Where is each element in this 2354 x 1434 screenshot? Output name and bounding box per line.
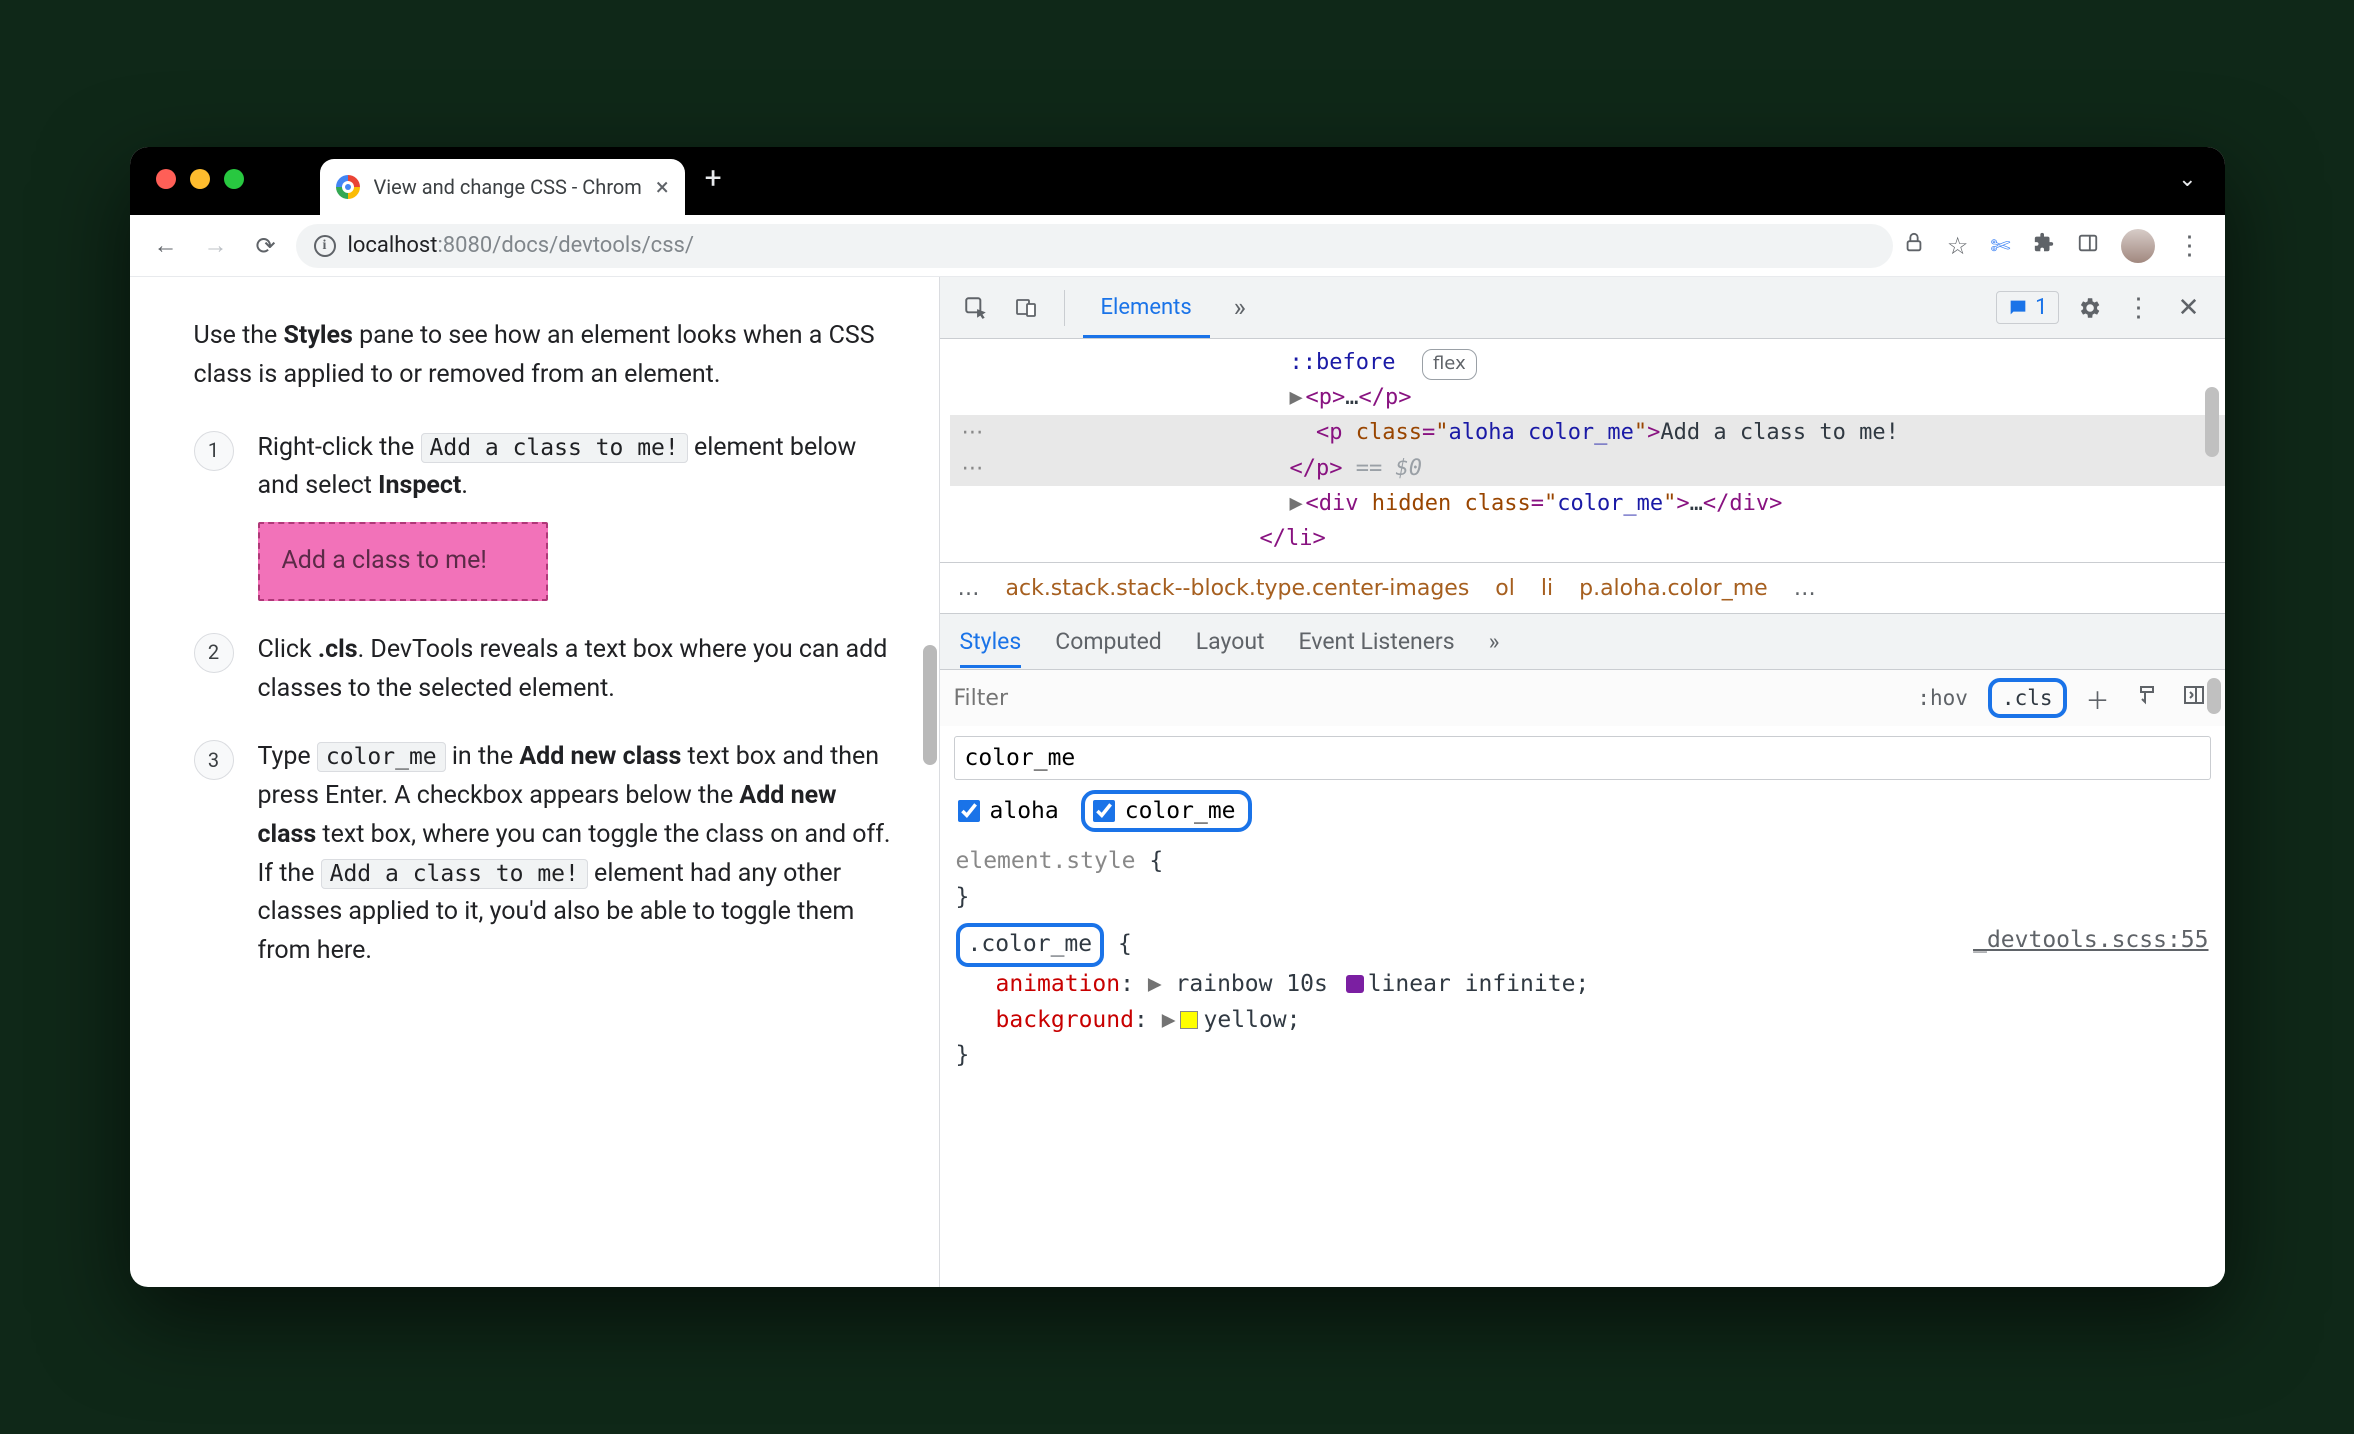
computed-panel-toggle-icon[interactable] bbox=[2177, 683, 2211, 713]
step-1: Right-click the Add a class to me! eleme… bbox=[194, 429, 899, 601]
intro-paragraph: Use the Styles pane to see how an elemen… bbox=[194, 317, 899, 395]
code-chip: color_me bbox=[317, 742, 446, 772]
profile-avatar-icon[interactable] bbox=[2121, 229, 2155, 263]
subtab-styles[interactable]: Styles bbox=[960, 615, 1022, 668]
tab-title: View and change CSS - Chrom bbox=[374, 175, 642, 199]
scrollbar-thumb[interactable] bbox=[2207, 678, 2221, 714]
new-tab-button[interactable]: + bbox=[705, 161, 722, 202]
color-swatch-icon[interactable] bbox=[1180, 1011, 1198, 1029]
tab-elements[interactable]: Elements bbox=[1083, 277, 1210, 338]
format-icon[interactable] bbox=[2129, 683, 2163, 713]
devtools-menu-icon[interactable]: ⋮ bbox=[2119, 288, 2159, 328]
maximize-window-icon[interactable] bbox=[224, 169, 244, 189]
pseudo-before: ::before bbox=[1290, 350, 1396, 375]
site-info-icon[interactable]: i bbox=[314, 235, 336, 257]
selector-color-me[interactable]: .color_me bbox=[956, 923, 1105, 967]
devtools-toolbar: Elements » 1 ⋮ ✕ bbox=[940, 277, 2225, 339]
back-button[interactable]: ← bbox=[146, 226, 186, 266]
subtab-event-listeners[interactable]: Event Listeners bbox=[1299, 615, 1455, 668]
device-toggle-icon[interactable] bbox=[1006, 288, 1046, 328]
scissors-icon[interactable]: ✄ bbox=[1990, 232, 2010, 260]
devtools-panel: Elements » 1 ⋮ ✕ ::before flex ▶<p>…</p>… bbox=[940, 277, 2225, 1287]
browser-tab[interactable]: View and change CSS - Chrom × bbox=[320, 159, 685, 215]
close-window-icon[interactable] bbox=[156, 169, 176, 189]
style-rules[interactable]: element.style { } .color_me { _devtools.… bbox=[940, 844, 2225, 1084]
checkbox[interactable] bbox=[1093, 800, 1115, 822]
reload-button[interactable]: ⟳ bbox=[246, 226, 286, 266]
step-2: Click .cls. DevTools reveals a text box … bbox=[194, 631, 899, 709]
dom-tree[interactable]: ::before flex ▶<p>…</p> <p class="aloha … bbox=[940, 339, 2225, 562]
step-3: Type color_me in the Add new class text … bbox=[194, 738, 899, 971]
hov-toggle[interactable]: :hov bbox=[1911, 684, 1974, 712]
inspect-element-icon[interactable] bbox=[956, 288, 996, 328]
code-chip: Add a class to me! bbox=[421, 433, 688, 463]
browser-window: View and change CSS - Chrom × + ⌄ ← → ⟳ … bbox=[130, 147, 2225, 1287]
toolbar-icons: ☆ ✄ ⋮ bbox=[1903, 229, 2209, 263]
close-devtools-icon[interactable]: ✕ bbox=[2169, 288, 2209, 328]
share-icon[interactable] bbox=[1903, 232, 1925, 260]
toolbar: ← → ⟳ i localhost:8080/docs/devtools/css… bbox=[130, 215, 2225, 277]
content-split: Use the Styles pane to see how an elemen… bbox=[130, 277, 2225, 1287]
more-tabs-chevron-icon[interactable]: » bbox=[1220, 288, 1260, 328]
class-toggle-aloha[interactable]: aloha bbox=[958, 798, 1059, 824]
window-controls bbox=[156, 169, 244, 189]
checkbox[interactable] bbox=[958, 800, 980, 822]
scrollbar-thumb[interactable] bbox=[923, 645, 937, 765]
flex-badge[interactable]: flex bbox=[1422, 349, 1477, 380]
titlebar: View and change CSS - Chrom × + ⌄ bbox=[130, 147, 2225, 215]
crumbs-overflow-left[interactable]: … bbox=[958, 576, 980, 601]
rendered-page: Use the Styles pane to see how an elemen… bbox=[130, 277, 940, 1287]
rule-origin-link[interactable]: _devtools.scss:55 bbox=[1973, 923, 2208, 959]
url-text: localhost:8080/docs/devtools/css/ bbox=[348, 233, 694, 258]
separator bbox=[1064, 290, 1065, 326]
class-toggle-color-me[interactable]: color_me bbox=[1081, 790, 1252, 832]
subtab-layout[interactable]: Layout bbox=[1196, 615, 1265, 668]
address-bar[interactable]: i localhost:8080/docs/devtools/css/ bbox=[296, 224, 1893, 268]
extensions-puzzle-icon[interactable] bbox=[2033, 232, 2055, 260]
chrome-menu-icon[interactable]: ⋮ bbox=[2177, 231, 2201, 261]
add-class-section: aloha color_me bbox=[940, 726, 2225, 844]
tabs-menu-chevron-icon[interactable]: ⌄ bbox=[2178, 167, 2196, 192]
selector-element-style: element.style bbox=[956, 848, 1136, 874]
selected-dom-node[interactable]: <p class="aloha color_me">Add a class to… bbox=[950, 415, 2225, 450]
scrollbar-thumb[interactable] bbox=[2205, 387, 2219, 457]
dom-breadcrumbs[interactable]: … ack.stack.stack--block.type.center-ima… bbox=[940, 562, 2225, 614]
sidepanel-icon[interactable] bbox=[2077, 232, 2099, 260]
code-chip: Add a class to me! bbox=[321, 859, 588, 889]
demo-element[interactable]: Add a class to me! bbox=[258, 522, 548, 601]
close-tab-icon[interactable]: × bbox=[656, 173, 669, 201]
settings-gear-icon[interactable] bbox=[2069, 288, 2109, 328]
new-style-rule-icon[interactable]: ＋ bbox=[2081, 681, 2115, 716]
styles-filter-input[interactable] bbox=[954, 678, 1898, 718]
subtab-computed[interactable]: Computed bbox=[1055, 615, 1162, 668]
crumbs-overflow-right[interactable]: … bbox=[1794, 576, 1816, 601]
cls-toggle[interactable]: .cls bbox=[1988, 678, 2067, 718]
more-subtabs-chevron-icon[interactable]: » bbox=[1489, 615, 1500, 668]
bezier-editor-icon[interactable] bbox=[1346, 975, 1364, 993]
issues-badge[interactable]: 1 bbox=[1996, 291, 2058, 324]
styles-filter-row: :hov .cls ＋ bbox=[940, 670, 2225, 726]
forward-button[interactable]: → bbox=[196, 226, 236, 266]
chrome-favicon-icon bbox=[336, 175, 360, 199]
add-class-input[interactable] bbox=[954, 736, 2211, 780]
crumb-selected[interactable]: p.aloha.color_me bbox=[1579, 576, 1768, 601]
minimize-window-icon[interactable] bbox=[190, 169, 210, 189]
bookmark-star-icon[interactable]: ☆ bbox=[1947, 232, 1969, 260]
styles-subtabs: Styles Computed Layout Event Listeners » bbox=[940, 614, 2225, 670]
